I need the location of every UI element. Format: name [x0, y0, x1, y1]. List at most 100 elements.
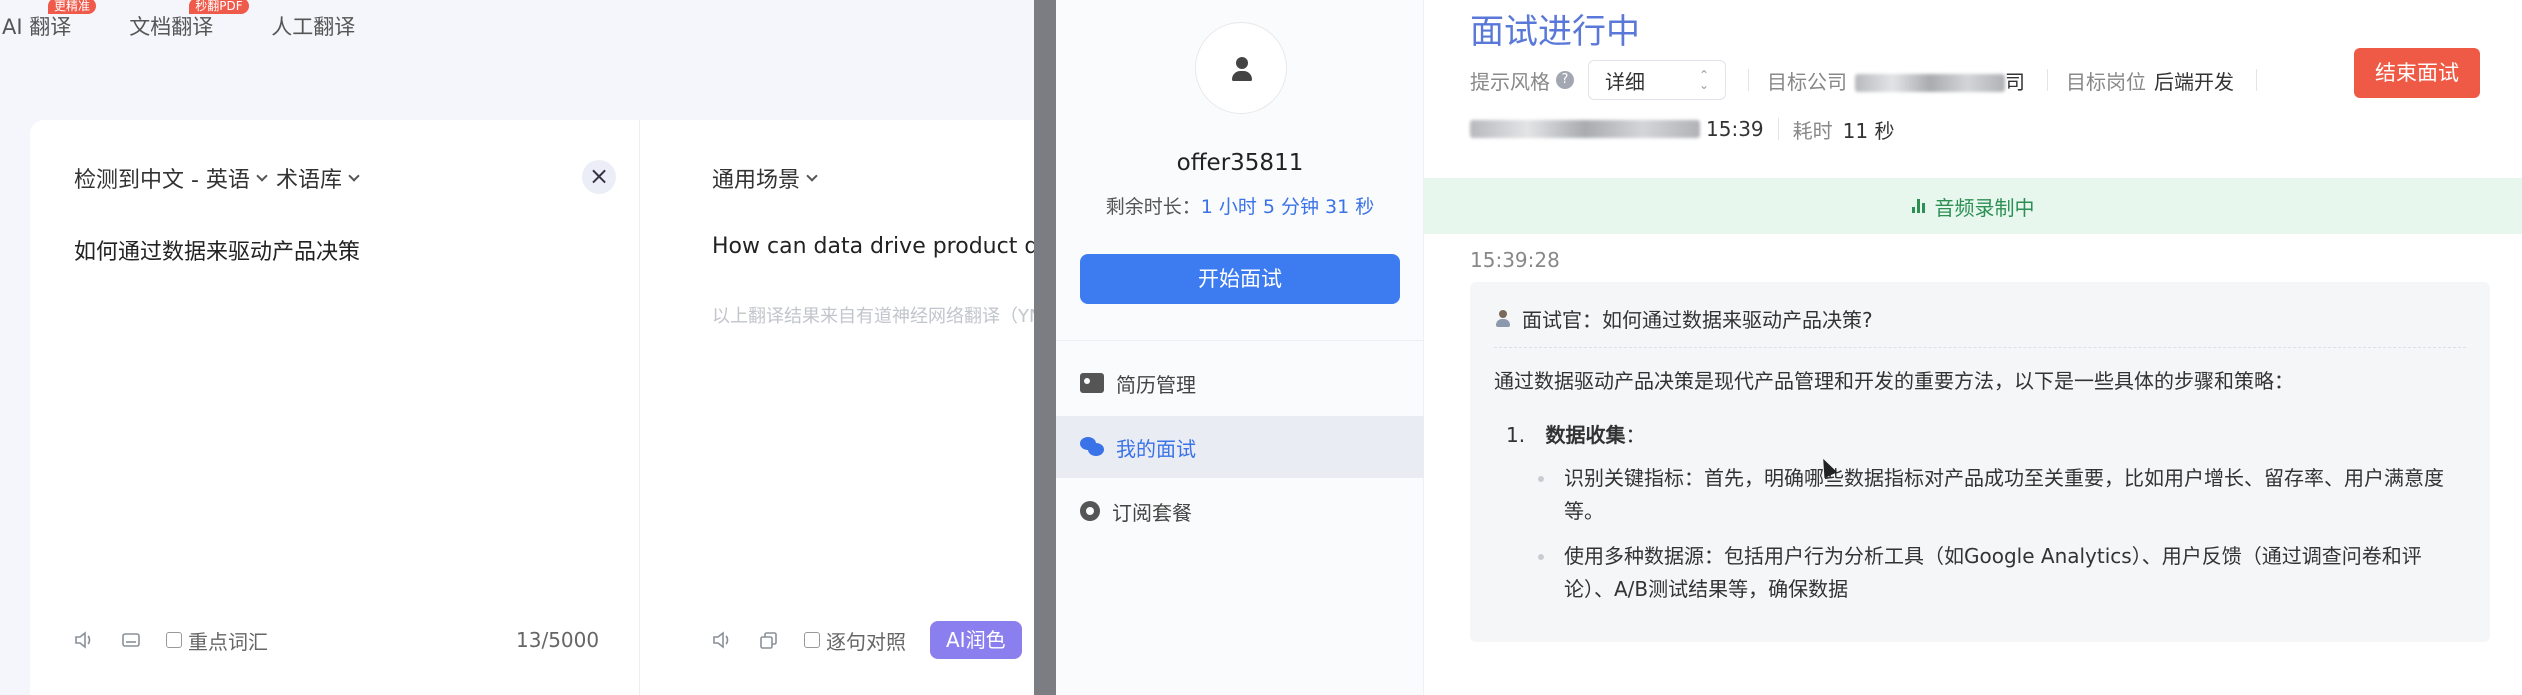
start-time: 15:39 [1706, 117, 1764, 141]
clear-text-button[interactable]: × [582, 160, 616, 194]
end-interview-button[interactable]: 结束面试 [2354, 48, 2480, 98]
sidebar-item-label: 我的面试 [1116, 436, 1196, 461]
answer-intro: 通过数据驱动产品决策是现代产品管理和开发的重要方法，以下是一些具体的步骤和策略： [1494, 369, 2294, 393]
translation-card: 检测到中文 - 英语 术语库 × 如何通过数据来驱动产品决策 重点词汇 13/5… [30, 120, 1034, 695]
window-divider [1034, 0, 1056, 695]
glossary-label: 术语库 [276, 168, 343, 193]
target-toolbar: 逐句对照 AI润色 [712, 620, 1022, 660]
sidebar-item-my-interviews[interactable]: 我的面试 [1056, 416, 1424, 478]
source-toolbar: 重点词汇 [74, 620, 268, 660]
chat-bubbles-icon [1080, 437, 1104, 457]
source-pane: 检测到中文 - 英语 术语库 × 如何通过数据来驱动产品决策 重点词汇 13/5… [30, 120, 640, 695]
list-item: 使用多种数据源：包括用户行为分析工具（如Google Analytics）、用户… [1534, 540, 2466, 606]
target-text: How can data drive product dec [712, 234, 1034, 259]
company-value: 司 [1855, 66, 2025, 95]
hint-style-value: 详细 [1605, 69, 1645, 94]
interview-panel: 面试进行中 提示风格 ? 详细 ⌃ ⌄ 目标公司 司 目标岗位 后端开发 15:3… [1424, 0, 2522, 695]
id-card-icon [1080, 373, 1104, 393]
username: offer35811 [1176, 150, 1304, 176]
user-icon [1236, 57, 1248, 69]
ai-polish-button[interactable]: AI润色 [930, 621, 1022, 659]
remaining-label: 剩余时长： [1105, 196, 1201, 218]
scene-select[interactable]: 通用场景 [712, 162, 818, 194]
message-timestamp: 15:39:28 [1470, 248, 1560, 272]
remaining-time: 剩余时长：1 小时 5 分钟 31 秒 [1056, 192, 1424, 219]
key-words-checkbox[interactable]: 重点词汇 [166, 626, 268, 655]
list-item: 识别关键指标：首先，明确哪些数据指标对产品成功至关重要，比如用户增长、留存率、用… [1534, 462, 2466, 528]
elapsed-label: 耗时 [1792, 118, 1833, 143]
qa-card: 面试官：如何通过数据来驱动产品决策? 通过数据驱动产品决策是现代产品管理和开发的… [1470, 282, 2490, 642]
tab-label: 人工翻译 [271, 15, 356, 39]
translator-tabs: AI 翻译 更精准 文档翻译 秒翻PDF 人工翻译 [0, 0, 413, 52]
recording-status-bar: 音频录制中 [1424, 178, 2522, 234]
help-icon[interactable]: ? [1556, 71, 1574, 89]
divider [2256, 69, 2257, 91]
elapsed-value: 11 秒 [1842, 118, 1895, 143]
language-select-label: 检测到中文 - 英语 [74, 168, 250, 193]
close-icon: × [588, 162, 610, 190]
question-line: 面试官：如何通过数据来驱动产品决策? [1494, 304, 2466, 348]
step-colon: ： [1625, 423, 1646, 447]
step-number: 1. [1506, 423, 1526, 447]
sentence-compare-checkbox[interactable]: 逐句对照 [804, 626, 906, 655]
key-words-label: 重点词汇 [188, 629, 268, 654]
language-select[interactable]: 检测到中文 - 英语 [74, 162, 268, 194]
checkbox-box [804, 632, 820, 648]
position-label: 目标岗位 [2066, 69, 2146, 94]
tab-label: 文档翻译 [129, 15, 214, 39]
subscription-icon [1080, 501, 1100, 521]
chevron-down-icon [806, 169, 818, 182]
translation-source-note: 以上翻译结果来自有道神经网络翻译（YNMT） [712, 306, 1034, 327]
interview-settings-row: 提示风格 ? 详细 ⌃ ⌄ 目标公司 司 目标岗位 后端开发 [1470, 60, 2275, 100]
divider [2047, 69, 2048, 91]
sidebar-item-label: 订阅套餐 [1112, 500, 1192, 525]
interview-time-row: 15:39 耗时 11 秒 [1470, 112, 1894, 146]
remaining-value: 1 小时 5 分钟 31 秒 [1200, 196, 1375, 218]
target-pane: 通用场景 How can data drive product dec 以上翻译… [640, 120, 1034, 695]
char-count: 13/5000 [516, 628, 600, 652]
chevron-down-icon [256, 169, 268, 182]
hint-style-label: 提示风格 [1470, 69, 1550, 94]
copy-icon[interactable] [758, 630, 780, 650]
glossary-select[interactable]: 术语库 [276, 162, 360, 194]
tab-badge: 更精准 [48, 0, 97, 14]
answer-bullets: 识别关键指标：首先，明确哪些数据指标对产品成功至关重要，比如用户增长、留存率、用… [1534, 462, 2466, 606]
divider [1748, 69, 1749, 91]
source-text[interactable]: 如何通过数据来驱动产品决策 [74, 234, 360, 266]
tab-ai-translate[interactable]: AI 翻译 更精准 [2, 0, 97, 52]
avatar[interactable] [1195, 22, 1287, 114]
tab-document-translate[interactable]: 文档翻译 秒翻PDF [129, 0, 249, 52]
interviewer-icon [1494, 309, 1512, 328]
translator-panel: AI 翻译 更精准 文档翻译 秒翻PDF 人工翻译 检测到中文 - 英语 术语库… [0, 0, 1034, 695]
redacted-text [1470, 120, 1700, 138]
tab-human-translate[interactable]: 人工翻译 [271, 12, 355, 52]
sidebar-item-label: 简历管理 [1116, 372, 1196, 397]
chevron-down-icon [348, 169, 360, 182]
scene-select-label: 通用场景 [712, 168, 801, 193]
user-icon-body [1232, 71, 1252, 81]
tab-badge: 秒翻PDF [189, 0, 249, 14]
recording-status: 音频录制中 [1934, 195, 2035, 220]
hint-style-select[interactable]: 详细 ⌃ ⌄ [1588, 60, 1726, 100]
sidebar-item-resume[interactable]: 简历管理 [1056, 352, 1424, 414]
sidebar: offer35811 剩余时长：1 小时 5 分钟 31 秒 开始面试 简历管理… [1056, 0, 1424, 695]
company-label: 目标公司 [1767, 69, 1847, 94]
sentence-compare-label: 逐句对照 [826, 629, 906, 654]
nav-divider [1056, 340, 1424, 341]
speaker-icon[interactable] [712, 630, 734, 650]
redacted-text [1855, 74, 2005, 92]
divider [1777, 118, 1779, 140]
sidebar-item-subscription[interactable]: 订阅套餐 [1056, 480, 1424, 542]
start-interview-button[interactable]: 开始面试 [1080, 254, 1400, 304]
keyboard-icon[interactable] [120, 630, 142, 650]
company-suffix: 司 [2005, 69, 2025, 94]
page-title: 面试进行中 [1470, 12, 1640, 52]
answer-step: 1. 数据收集： [1506, 420, 2466, 450]
tab-label: AI 翻译 [2, 15, 72, 39]
checkbox-box [166, 632, 182, 648]
speaker-icon[interactable] [74, 630, 96, 650]
up-down-icon: ⌃ ⌄ [1698, 68, 1709, 92]
question-text: 面试官：如何通过数据来驱动产品决策? [1522, 308, 1873, 332]
audio-bars-icon [1911, 199, 1925, 213]
step-title: 数据收集 [1545, 423, 1626, 447]
